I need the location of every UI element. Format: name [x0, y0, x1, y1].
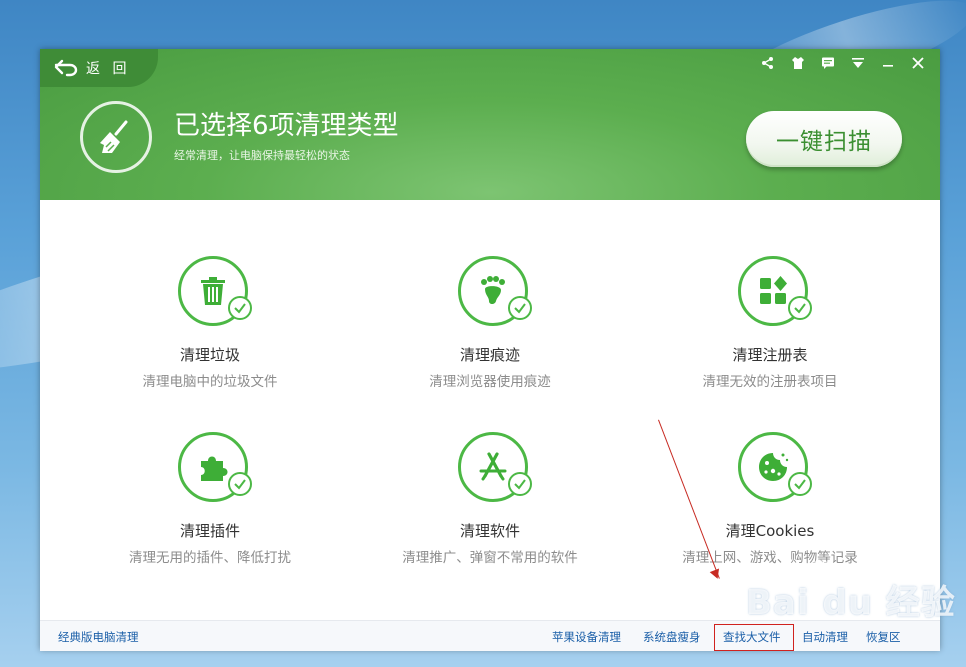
item-description: 清理推广、弹窗不常用的软件: [402, 550, 578, 566]
item-description: 清理上网、游戏、购物等记录: [682, 550, 858, 566]
item-description: 清理浏览器使用痕迹: [429, 374, 551, 390]
checked-icon[interactable]: [228, 296, 252, 320]
share-icon[interactable]: [754, 53, 782, 73]
back-button[interactable]: 返 回: [40, 49, 158, 87]
item-title: 清理插件: [179, 522, 240, 540]
cleanup-type-grid: 清理垃圾 清理电脑中的垃圾文件 清理痕迹 清理浏览器使用痕迹 清理注册表 清理无…: [40, 200, 940, 620]
menu-icon[interactable]: [844, 53, 872, 73]
item-title: 清理垃圾: [179, 346, 240, 364]
baidu-jingyan-watermark: Bai du 经验: [746, 583, 956, 623]
item-title: 清理痕迹: [459, 346, 520, 364]
item-title: 清理Cookies: [725, 522, 815, 540]
checked-icon[interactable]: [508, 472, 532, 496]
close-icon[interactable]: [904, 53, 932, 73]
item-title: 清理注册表: [732, 346, 808, 364]
item-description: 清理无效的注册表项目: [702, 374, 838, 390]
minimize-icon[interactable]: [874, 53, 902, 73]
item-description: 清理无用的插件、降低打扰: [129, 550, 291, 566]
apple-device-cleanup-link[interactable]: 苹果设备清理: [552, 629, 621, 645]
checked-icon[interactable]: [788, 296, 812, 320]
footer-bar: 经典版电脑清理 苹果设备清理 系统盘瘦身 查找大文件 自动清理 恢复区: [40, 620, 940, 651]
page-title: 已选择6项清理类型: [174, 111, 399, 141]
cleanup-window: 返 回 已选择6项清理类型 经常清理，让电脑保持最轻松的状态 一键扫描 清理垃圾…: [40, 49, 940, 651]
item-description: 清理电脑中的垃圾文件: [142, 374, 278, 390]
auto-cleanup-link[interactable]: 自动清理: [802, 629, 848, 645]
one-click-scan-button[interactable]: 一键扫描: [746, 111, 902, 167]
header-banner: 返 回 已选择6项清理类型 经常清理，让电脑保持最轻松的状态 一键扫描: [40, 49, 940, 200]
classic-cleanup-link[interactable]: 经典版电脑清理: [58, 629, 139, 645]
item-title: 清理软件: [459, 522, 520, 540]
back-label: 返 回: [86, 61, 131, 77]
checked-icon[interactable]: [788, 472, 812, 496]
message-icon[interactable]: [814, 53, 842, 73]
window-controls: [754, 53, 932, 73]
recovery-area-link[interactable]: 恢复区: [866, 629, 901, 645]
checked-icon[interactable]: [508, 296, 532, 320]
page-subtitle: 经常清理，让电脑保持最轻松的状态: [174, 149, 350, 162]
annotation-highlight-box: [714, 624, 794, 651]
system-disk-slim-link[interactable]: 系统盘瘦身: [643, 629, 701, 645]
checked-icon[interactable]: [228, 472, 252, 496]
broom-icon: [80, 101, 152, 173]
skin-icon[interactable]: [784, 53, 812, 73]
back-arrow-icon: [54, 59, 78, 77]
